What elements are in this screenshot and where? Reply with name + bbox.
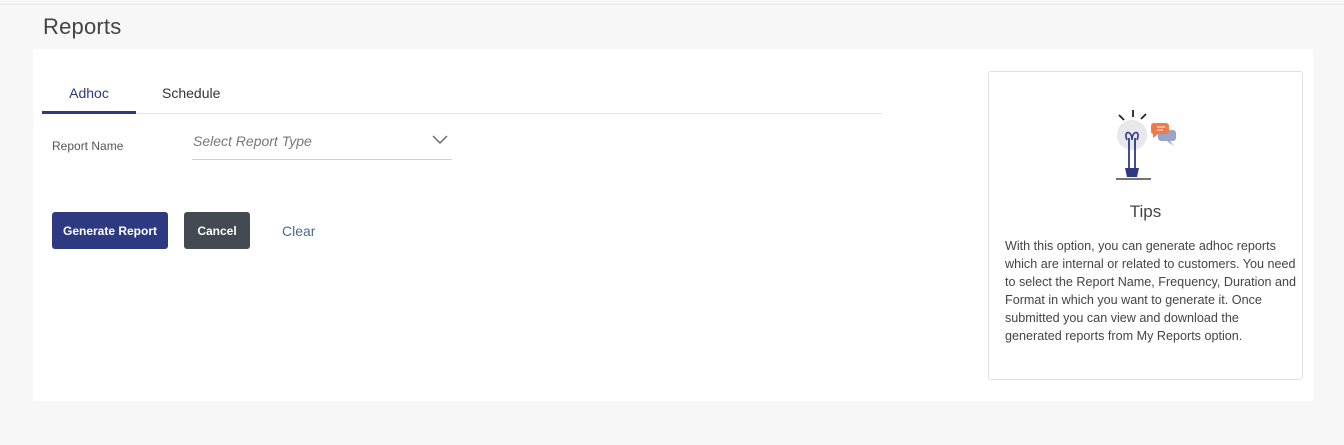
chevron-down-icon	[432, 135, 448, 144]
main-panel: Adhoc Schedule Report Name Select Report…	[33, 49, 1313, 401]
report-type-select[interactable]: Select Report Type	[192, 129, 452, 160]
lightbulb-icon	[1116, 110, 1176, 180]
report-name-label: Report Name	[52, 139, 124, 153]
top-divider	[0, 4, 1344, 5]
generate-report-button[interactable]: Generate Report	[52, 212, 168, 249]
tab-adhoc[interactable]: Adhoc	[42, 83, 136, 114]
clear-link[interactable]: Clear	[282, 223, 315, 239]
tab-bar: Adhoc Schedule	[42, 83, 882, 114]
tips-body: With this option, you can generate adhoc…	[1005, 239, 1296, 343]
tips-panel: Tips With this option, you can generate …	[988, 71, 1303, 380]
tips-title: Tips	[1129, 202, 1162, 221]
report-type-placeholder: Select Report Type	[193, 133, 312, 149]
tab-schedule[interactable]: Schedule	[162, 83, 220, 114]
cancel-button[interactable]: Cancel	[184, 212, 250, 249]
page-title: Reports	[43, 14, 122, 39]
